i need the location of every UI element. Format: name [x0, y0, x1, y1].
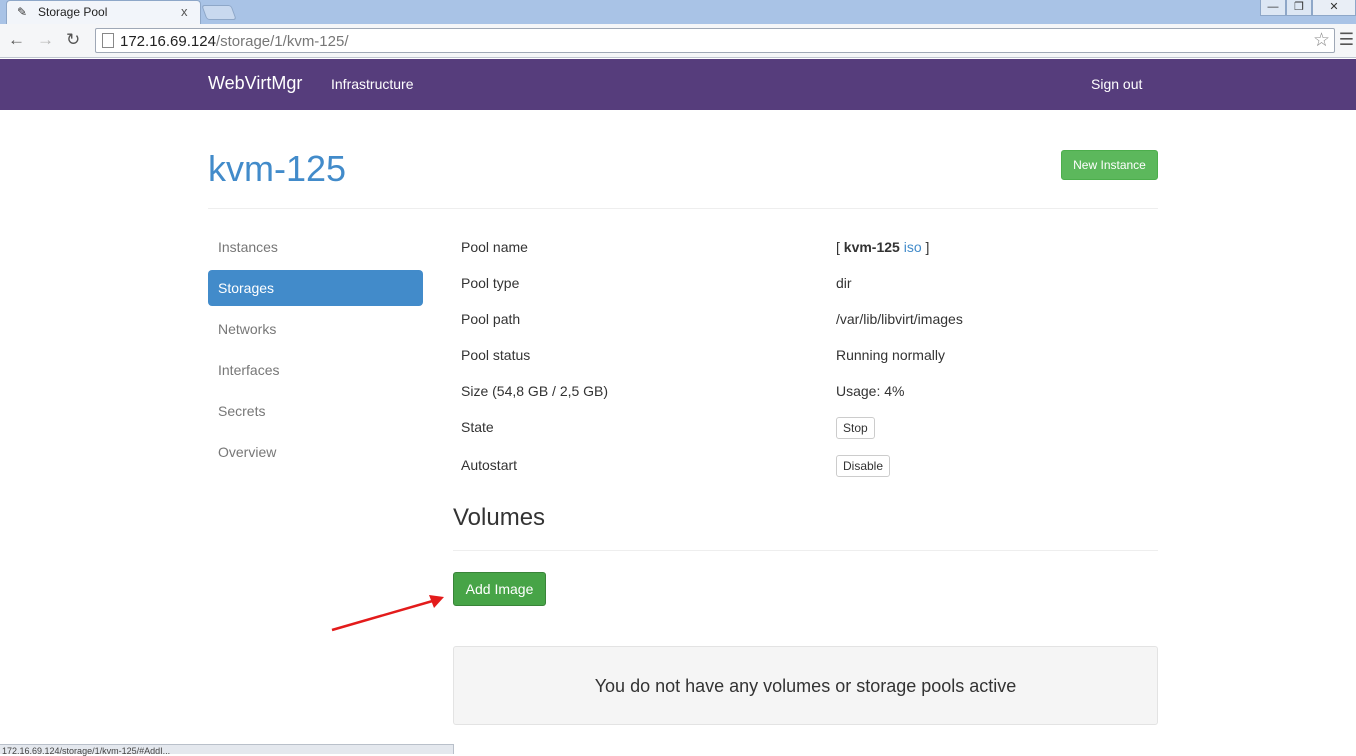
- favicon-icon: ✎: [17, 5, 28, 19]
- pool-name-label: Pool name: [461, 239, 528, 255]
- browser-tab[interactable]: ✎ Storage Pool x: [6, 0, 201, 24]
- pool-status-label: Pool status: [461, 347, 531, 363]
- pool-name-close-bracket: ]: [921, 239, 930, 255]
- sidebar-item-networks[interactable]: Networks: [208, 311, 423, 347]
- pool-type-link[interactable]: iso: [904, 239, 922, 255]
- sidebar-item-overview[interactable]: Overview: [208, 434, 423, 470]
- pool-path-value: /var/lib/libvirt/images: [836, 311, 963, 327]
- volumes-heading: Volumes: [453, 504, 546, 531]
- pool-path-label: Pool path: [461, 311, 521, 327]
- browser-tab-bar: ✎ Storage Pool x — ❐ ✕: [0, 0, 1356, 24]
- sidebar-item-storages[interactable]: Storages: [208, 270, 423, 306]
- browser-menu-icon[interactable]: ☰: [1339, 30, 1354, 50]
- status-url: 172.16.69.124/storage/1/kvm-125/#AddI...: [2, 746, 171, 756]
- sidebar-item-interfaces[interactable]: Interfaces: [208, 352, 423, 388]
- browser-status-bar: 172.16.69.124/storage/1/kvm-125/#AddI...: [0, 744, 454, 756]
- pool-state-label: State: [461, 419, 494, 435]
- new-instance-button[interactable]: New Instance: [1061, 150, 1158, 180]
- url-text[interactable]: 172.16.69.124/storage/1/kvm-125/: [120, 33, 349, 50]
- pool-status-value: Running normally: [836, 347, 945, 363]
- pool-autostart-label: Autostart: [461, 457, 518, 473]
- brand-link[interactable]: WebVirtMgr: [208, 73, 302, 94]
- tab-close-icon[interactable]: x: [181, 4, 188, 19]
- add-image-button[interactable]: Add Image: [453, 572, 546, 606]
- address-bar[interactable]: 172.16.69.124/storage/1/kvm-125/ ☆: [95, 28, 1335, 53]
- disable-autostart-button[interactable]: Disable: [836, 455, 891, 477]
- browser-toolbar: ← → ↻ 172.16.69.124/storage/1/kvm-125/ ☆…: [0, 24, 1356, 58]
- forward-arrow-icon[interactable]: →: [37, 30, 54, 50]
- sidebar-item-instances[interactable]: Instances: [208, 229, 423, 265]
- app-navbar: WebVirtMgr Infrastructure Sign out: [0, 59, 1356, 110]
- minimize-icon[interactable]: —: [1260, 0, 1286, 16]
- header-divider: [208, 208, 1158, 209]
- url-host: 172.16.69.124: [120, 33, 216, 50]
- pool-type-label: Pool type: [461, 275, 520, 291]
- nav-infrastructure-link[interactable]: Infrastructure: [331, 76, 413, 92]
- pool-name-open-bracket: [: [836, 239, 844, 255]
- pool-name-text: kvm-125: [843, 239, 900, 255]
- annotation-arrow-icon: [331, 595, 444, 632]
- back-arrow-icon[interactable]: ←: [8, 30, 25, 50]
- empty-volumes-panel: You do not have any volumes or storage p…: [453, 646, 1158, 725]
- window-controls: — ❐ ✕: [1260, 0, 1356, 16]
- stop-button[interactable]: Stop: [836, 417, 875, 439]
- new-tab-button[interactable]: [201, 5, 237, 20]
- url-path: /storage/1/kvm-125/: [215, 33, 349, 50]
- tab-title: Storage Pool: [38, 5, 108, 19]
- page-icon: [102, 33, 114, 48]
- pool-size-label: Size (54,8 GB / 2,5 GB): [461, 383, 609, 399]
- pool-type-value: dir: [836, 275, 852, 291]
- bookmark-star-icon[interactable]: ☆: [1313, 29, 1330, 52]
- sidebar-item-secrets[interactable]: Secrets: [208, 393, 423, 429]
- pool-usage-value: Usage: 4%: [836, 383, 905, 399]
- empty-volumes-message: You do not have any volumes or storage p…: [594, 676, 1017, 696]
- close-window-icon[interactable]: ✕: [1312, 0, 1356, 16]
- pool-name-value: [ kvm-125 iso ]: [836, 239, 929, 255]
- sign-out-link[interactable]: Sign out: [1091, 76, 1142, 92]
- volumes-divider: [453, 550, 1158, 551]
- reload-icon[interactable]: ↻: [66, 30, 80, 50]
- restore-icon[interactable]: ❐: [1286, 0, 1312, 16]
- page-title: kvm-125: [208, 148, 347, 189]
- arrow-shaft: [331, 598, 437, 632]
